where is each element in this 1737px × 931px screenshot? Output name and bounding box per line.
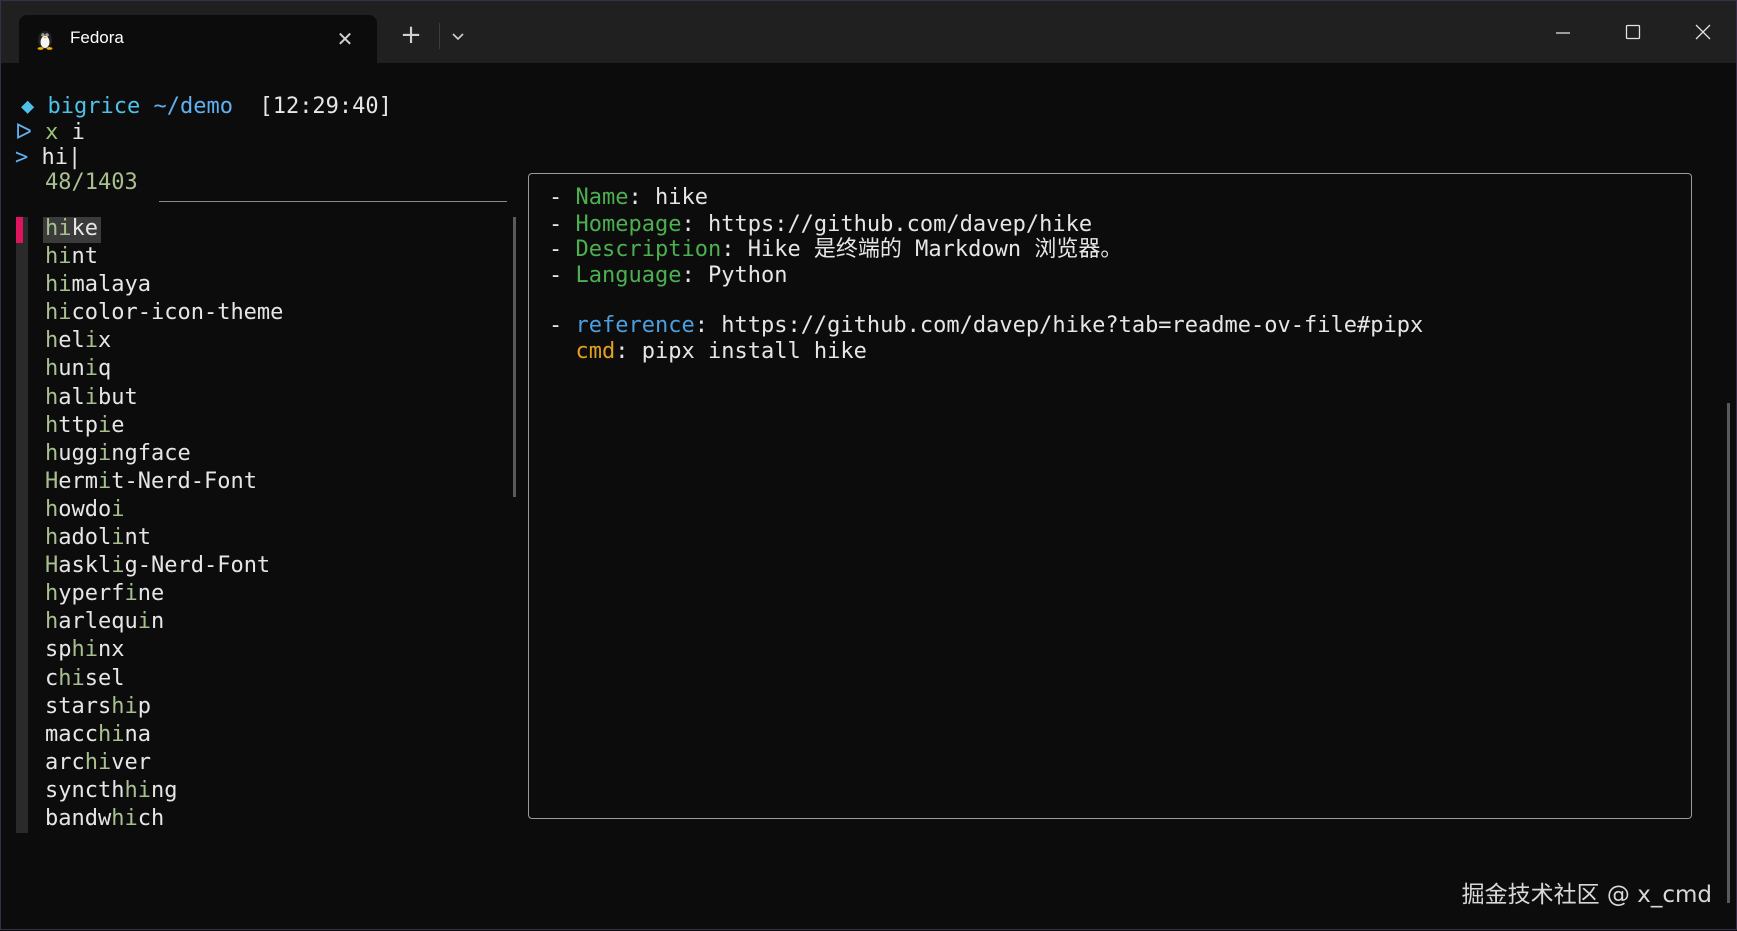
reference-key: reference bbox=[575, 313, 695, 338]
list-item[interactable]: syncthhing bbox=[45, 777, 283, 805]
results-list: hike hint himalaya hicolor-icon-theme helix h… bbox=[45, 215, 283, 833]
list-item[interactable]: hicolor-icon-theme bbox=[45, 299, 283, 327]
list-item[interactable]: chisel bbox=[45, 665, 283, 693]
description-value: Hike 是终端的 Markdown 浏览器。 bbox=[747, 237, 1123, 262]
preview-panel: - Name: hike - Homepage: https://github.… bbox=[528, 173, 1692, 819]
prompt-user: bigrice bbox=[47, 94, 141, 119]
language-key: Language bbox=[575, 263, 682, 288]
prompt-line: ◆ bigrice ~/demo [12:29:40] bbox=[21, 93, 392, 121]
maximize-button[interactable] bbox=[1598, 1, 1668, 63]
search-marker: > bbox=[15, 145, 29, 170]
close-window-button[interactable] bbox=[1668, 1, 1737, 63]
maximize-icon bbox=[1625, 24, 1641, 40]
preview-name-row: - Name: hike bbox=[549, 185, 708, 210]
preview-reference-row: - reference: https://github.com/davep/hi… bbox=[549, 313, 1424, 338]
list-item[interactable]: halibut bbox=[45, 384, 283, 412]
new-tab-button[interactable]: + bbox=[399, 22, 423, 48]
list-item[interactable]: helix bbox=[45, 327, 283, 355]
list-item[interactable]: hike bbox=[45, 215, 283, 243]
list-gutter bbox=[16, 217, 28, 833]
tux-penguin-icon bbox=[33, 27, 57, 51]
command-marker-icon: ᐅ bbox=[15, 120, 32, 145]
watermark: 掘金技术社区 @ x_cmd bbox=[1461, 882, 1712, 908]
list-item[interactable]: howdoi bbox=[45, 496, 283, 524]
command-line: ᐅ x i bbox=[15, 119, 85, 147]
preview-cmd-row: cmd: pipx install hike bbox=[575, 339, 867, 364]
terminal-content[interactable]: ◆ bigrice ~/demo [12:29:40] ᐅ x i > hi| … bbox=[1, 63, 1737, 931]
homepage-value[interactable]: https://github.com/davep/hike bbox=[708, 212, 1092, 237]
list-item[interactable]: sphinx bbox=[45, 636, 283, 664]
language-value: Python bbox=[707, 263, 788, 288]
tab-title: Fedora bbox=[70, 28, 124, 47]
list-item[interactable]: macchina bbox=[45, 721, 283, 749]
minimize-icon bbox=[1556, 32, 1570, 34]
list-item[interactable]: starship bbox=[45, 693, 283, 721]
list-item[interactable]: himalaya bbox=[45, 271, 283, 299]
command-name: x bbox=[45, 120, 59, 145]
search-input[interactable]: hi bbox=[42, 145, 69, 170]
minimize-button[interactable] bbox=[1528, 1, 1598, 63]
counter-divider bbox=[159, 201, 507, 202]
list-item[interactable]: huniq bbox=[45, 355, 283, 383]
preview-description-row: - Description: Hike 是终端的 Markdown 浏览器。 bbox=[549, 237, 1123, 262]
list-item[interactable]: hint bbox=[45, 243, 283, 271]
list-item[interactable]: harlequin bbox=[45, 608, 283, 636]
name-value: hike bbox=[654, 185, 708, 210]
title-bar: Fedora ✕ + bbox=[1, 1, 1736, 63]
match-counter: 48/1403 bbox=[45, 170, 138, 195]
list-item[interactable]: archiver bbox=[45, 749, 283, 777]
command-arg: i bbox=[71, 120, 85, 145]
selection-marker bbox=[16, 217, 23, 243]
prompt-path: ~/demo bbox=[153, 94, 233, 119]
preview-language-row: - Language: Python bbox=[549, 263, 788, 288]
name-key: Name bbox=[575, 185, 629, 210]
cmd-value: pipx install hike bbox=[641, 339, 867, 364]
close-icon bbox=[1695, 24, 1711, 40]
list-scrollbar[interactable] bbox=[513, 217, 516, 497]
search-line[interactable]: > hi| bbox=[15, 144, 81, 172]
homepage-key: Homepage bbox=[575, 212, 682, 237]
list-item[interactable]: Hasklig-Nerd-Font bbox=[45, 552, 283, 580]
list-item[interactable]: hadolint bbox=[45, 524, 283, 552]
list-item[interactable]: Hermit-Nerd-Font bbox=[45, 468, 283, 496]
tab-fedora[interactable]: Fedora ✕ bbox=[19, 15, 377, 63]
chevron-down-icon[interactable] bbox=[447, 25, 469, 47]
close-tab-icon[interactable]: ✕ bbox=[333, 27, 357, 51]
tab-divider bbox=[439, 23, 440, 49]
list-item[interactable]: huggingface bbox=[45, 440, 283, 468]
terminal-window: Fedora ✕ + ◆ bigrice ~/demo [12:29:40] ᐅ… bbox=[0, 0, 1737, 930]
prompt-time: [12:29:40] bbox=[259, 94, 392, 119]
preview-homepage-row: - Homepage: https://github.com/davep/hik… bbox=[549, 212, 1093, 237]
description-key: Description bbox=[575, 237, 722, 262]
list-item[interactable]: bandwhich bbox=[45, 805, 283, 833]
list-item[interactable]: httpie bbox=[45, 412, 283, 440]
cmd-key: cmd bbox=[575, 339, 616, 364]
reference-value[interactable]: https://github.com/davep/hike?tab=readme… bbox=[721, 313, 1423, 338]
diamond-icon: ◆ bbox=[21, 94, 35, 119]
list-item[interactable]: hyperfine bbox=[45, 580, 283, 608]
terminal-scrollbar[interactable] bbox=[1727, 403, 1730, 903]
